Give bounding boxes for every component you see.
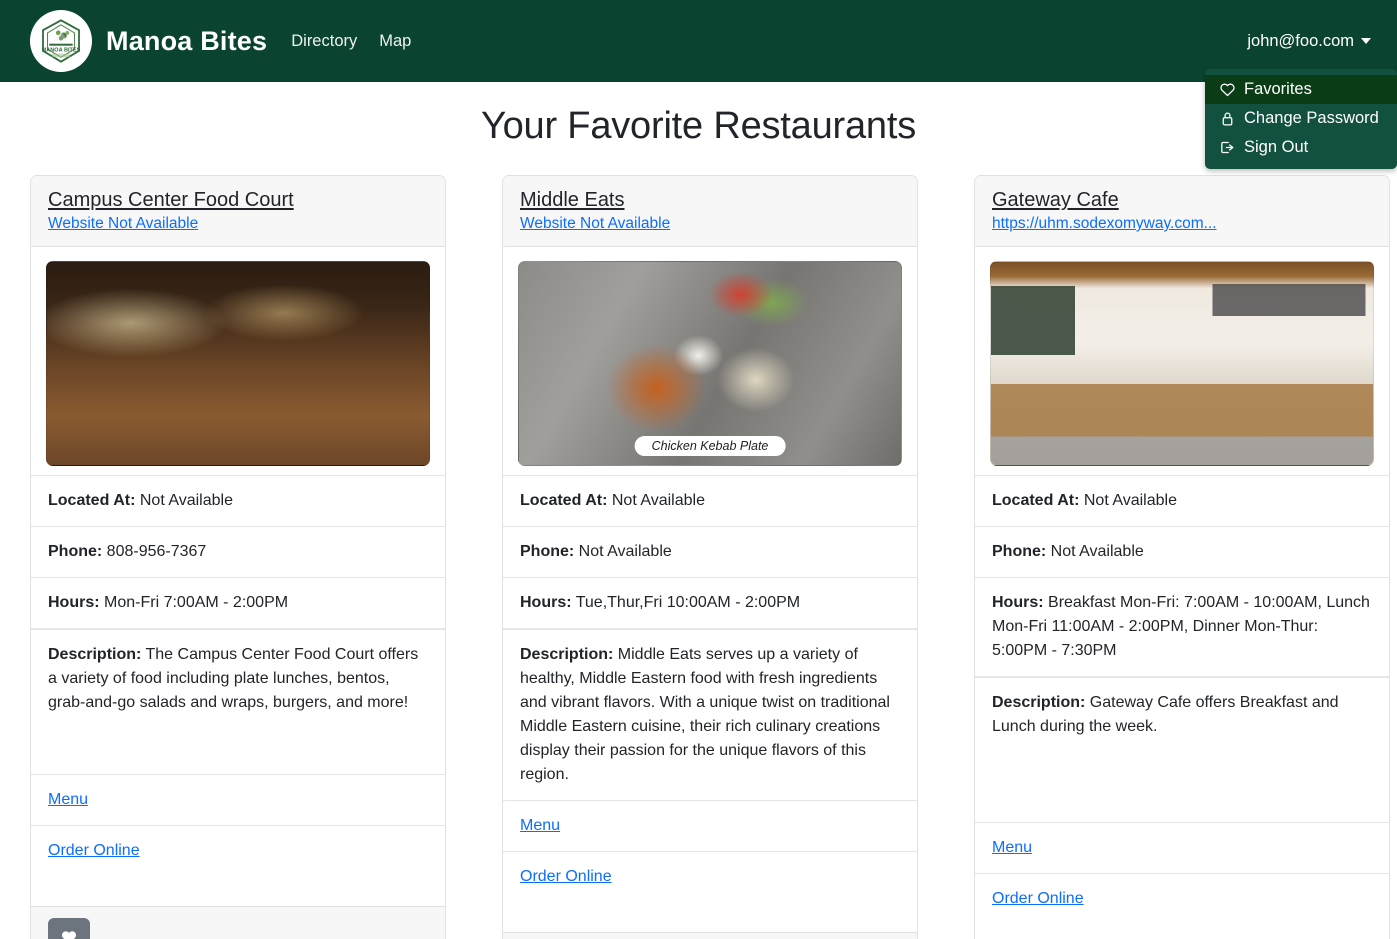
menu-link[interactable]: Menu — [48, 791, 88, 808]
nav-links: Directory Map — [291, 32, 411, 51]
card-footer — [503, 932, 917, 939]
heart-icon — [1220, 83, 1235, 97]
detail-hours-value: Mon-Fri 7:00AM - 2:00PM — [104, 594, 289, 611]
image-caption: Chicken Kebab Plate — [634, 436, 786, 456]
detail-phone: Phone: 808-956-7367 — [31, 527, 445, 578]
detail-phone-value: Not Available — [1050, 543, 1144, 560]
heart-filled-icon — [61, 931, 77, 939]
card-image-wrap — [975, 247, 1389, 475]
detail-hours-label: Hours: — [48, 594, 100, 611]
restaurant-website-link[interactable]: https://uhm.sodexomyway.com... — [992, 215, 1372, 233]
dropdown-item-favorites-label: Favorites — [1244, 80, 1312, 98]
detail-phone: Phone: Not Available — [503, 527, 917, 578]
detail-located-at-value: Not Available — [139, 492, 233, 509]
brand-name[interactable]: Manoa Bites — [106, 26, 267, 57]
card-details-list: Located At: Not Available Phone: Not Ava… — [503, 475, 917, 932]
restaurant-card: Campus Center Food Court Website Not Ava… — [30, 175, 446, 939]
nav-link-map[interactable]: Map — [379, 32, 411, 51]
restaurant-card: Middle Eats Website Not Available Chicke… — [502, 175, 918, 939]
detail-description: Description: Gateway Cafe offers Breakfa… — [975, 677, 1389, 823]
order-online-link[interactable]: Order Online — [520, 868, 612, 885]
detail-description: Description: Middle Eats serves up a var… — [503, 629, 917, 801]
card-image-wrap — [31, 247, 445, 475]
restaurant-card: Gateway Cafe https://uhm.sodexomyway.com… — [974, 175, 1390, 939]
detail-located-at-label: Located At: — [520, 492, 608, 509]
detail-phone: Phone: Not Available — [975, 527, 1389, 578]
detail-description: Description: The Campus Center Food Cour… — [31, 629, 445, 775]
detail-order-online: Order Online — [31, 826, 445, 906]
detail-phone-label: Phone: — [48, 543, 103, 560]
dropdown-item-sign-out[interactable]: Sign Out — [1205, 133, 1397, 162]
order-online-link[interactable]: Order Online — [48, 842, 140, 859]
page-title: Your Favorite Restaurants — [480, 105, 917, 147]
dropdown-item-favorites[interactable]: Favorites — [1205, 75, 1397, 104]
middle-eats-chicken-kebab-plate-photo: Chicken Kebab Plate — [518, 261, 902, 466]
menu-link[interactable]: Menu — [992, 839, 1032, 856]
detail-located-at-label: Located At: — [48, 492, 136, 509]
detail-order-online: Order Online — [503, 852, 917, 932]
card-footer — [31, 906, 445, 939]
detail-description-value: Middle Eats serves up a variety of healt… — [520, 646, 890, 783]
order-online-link[interactable]: Order Online — [992, 890, 1084, 907]
detail-phone-value: Not Available — [578, 543, 672, 560]
detail-located-at-label: Located At: — [992, 492, 1080, 509]
card-details-list: Located At: Not Available Phone: 808-956… — [31, 475, 445, 906]
detail-hours: Hours: Tue,Thur,Fri 10:00AM - 2:00PM — [503, 578, 917, 629]
dropdown-item-change-password-label: Change Password — [1244, 109, 1379, 127]
restaurant-website-link[interactable]: Website Not Available — [520, 215, 900, 233]
detail-hours: Hours: Mon-Fri 7:00AM - 2:00PM — [31, 578, 445, 629]
detail-located-at: Located At: Not Available — [503, 476, 917, 527]
sign-out-icon — [1221, 141, 1234, 154]
detail-phone-label: Phone: — [992, 543, 1047, 560]
detail-hours-label: Hours: — [992, 594, 1044, 611]
detail-located-at: Located At: Not Available — [975, 476, 1389, 527]
detail-hours-value: Tue,Thur,Fri 10:00AM - 2:00PM — [575, 594, 801, 611]
menu-link[interactable]: Menu — [520, 817, 560, 834]
detail-order-online: Order Online — [975, 874, 1389, 939]
detail-hours-label: Hours: — [520, 594, 572, 611]
top-navbar: MANOA BITES Manoa Bites Directory Map jo… — [0, 0, 1397, 169]
detail-menu: Menu — [503, 801, 917, 852]
detail-menu: Menu — [31, 775, 445, 826]
manoa-bites-logo[interactable]: MANOA BITES — [30, 10, 92, 72]
nav-link-directory[interactable]: Directory — [291, 32, 357, 51]
favorite-toggle-button[interactable] — [48, 918, 90, 939]
detail-located-at-value: Not Available — [1083, 492, 1177, 509]
restaurant-name[interactable]: Middle Eats — [520, 188, 900, 212]
user-email-label: john@foo.com — [1247, 31, 1354, 50]
card-header: Campus Center Food Court Website Not Ava… — [31, 176, 445, 247]
detail-menu: Menu — [975, 823, 1389, 874]
detail-located-at: Located At: Not Available — [31, 476, 445, 527]
gateway-cafe-photo — [990, 261, 1374, 466]
restaurant-name[interactable]: Campus Center Food Court — [48, 188, 428, 212]
card-image-wrap: Chicken Kebab Plate — [503, 247, 917, 475]
restaurant-name[interactable]: Gateway Cafe — [992, 188, 1372, 212]
dropdown-item-change-password[interactable]: Change Password — [1205, 104, 1397, 133]
detail-hours-value: Breakfast Mon-Fri: 7:00AM - 10:00AM, Lun… — [992, 594, 1370, 659]
campus-center-food-court-photo — [46, 261, 430, 466]
detail-description-label: Description: — [48, 646, 142, 663]
detail-located-at-value: Not Available — [611, 492, 705, 509]
card-header: Gateway Cafe https://uhm.sodexomyway.com… — [975, 176, 1389, 247]
favorites-card-grid: Campus Center Food Court Website Not Ava… — [0, 175, 1397, 939]
svg-text:MANOA BITES: MANOA BITES — [42, 47, 81, 53]
lock-icon — [1222, 112, 1233, 126]
restaurant-website-link[interactable]: Website Not Available — [48, 215, 428, 233]
brand-group[interactable]: MANOA BITES Manoa Bites — [30, 10, 267, 72]
user-dropdown-menu: Favorites Change Password Sign Out — [1205, 69, 1397, 169]
card-details-list: Located At: Not Available Phone: Not Ava… — [975, 475, 1389, 939]
card-header: Middle Eats Website Not Available — [503, 176, 917, 247]
detail-hours: Hours: Breakfast Mon-Fri: 7:00AM - 10:00… — [975, 578, 1389, 677]
detail-phone-value: 808-956-7367 — [106, 543, 207, 560]
chevron-down-icon — [1361, 38, 1371, 44]
detail-description-label: Description: — [992, 694, 1086, 711]
detail-description-label: Description: — [520, 646, 614, 663]
user-menu-toggle[interactable]: john@foo.com — [1247, 32, 1371, 51]
dropdown-item-sign-out-label: Sign Out — [1244, 138, 1309, 156]
detail-phone-label: Phone: — [520, 543, 575, 560]
